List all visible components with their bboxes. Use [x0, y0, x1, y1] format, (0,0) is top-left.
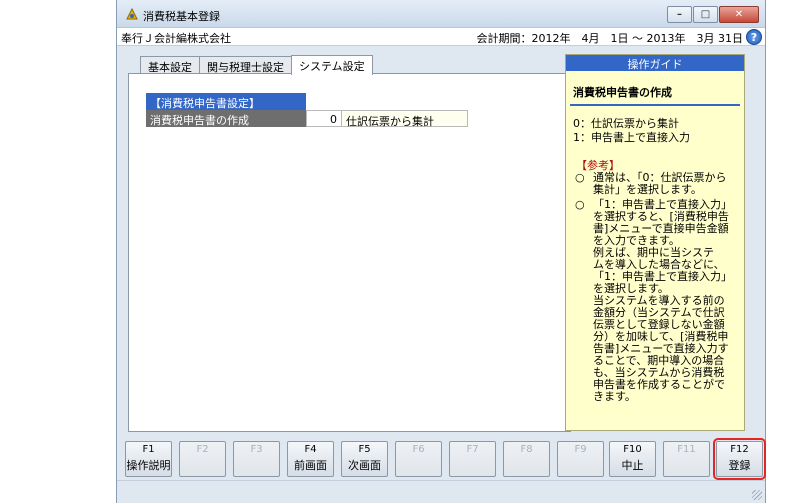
- fkey-code: F9: [574, 444, 587, 455]
- guide-option: 1：申告書上で直接入力: [573, 131, 690, 144]
- settings-panel: 基本設定 関与税理士設定 システム設定 【消費税申告書設定】 消費税申告書の作成…: [128, 55, 571, 432]
- window-controls: – □ ✕: [666, 6, 759, 23]
- fkey-label: 中止: [621, 459, 644, 472]
- fkey-code: F7: [466, 444, 479, 455]
- tab-bar: 基本設定 関与税理士設定 システム設定: [140, 55, 373, 75]
- fkey-code: F12: [730, 444, 749, 455]
- f2-button: F2: [179, 441, 226, 477]
- f9-button: F9: [557, 441, 604, 477]
- guide-header: 操作ガイド: [566, 55, 744, 71]
- function-key-bar: F1 操作説明 F2 F3 F4 前画面 F5 次画面 F6 F7 F8 F9: [125, 438, 766, 480]
- fkey-code: F11: [677, 444, 696, 455]
- setting-value-description: 仕訳伝票から集計: [342, 110, 468, 128]
- fkey-code: F8: [520, 444, 533, 455]
- maximize-button[interactable]: □: [693, 6, 718, 23]
- resize-grip-icon[interactable]: [752, 490, 762, 500]
- note-line: 集計」を選択します。: [593, 183, 702, 196]
- tab-system-settings[interactable]: システム設定: [291, 55, 373, 75]
- section-header: 【消費税申告書設定】: [146, 93, 306, 110]
- app-icon: [126, 7, 138, 20]
- fkey-label: 操作説明: [126, 459, 171, 472]
- guide-divider: [570, 104, 740, 106]
- f6-button: F6: [395, 441, 442, 477]
- fkey-label: 次画面: [348, 459, 381, 472]
- f10-cancel-button[interactable]: F10 中止: [609, 441, 656, 477]
- status-bar: [117, 480, 765, 503]
- setting-row: 消費税申告書の作成 0 仕訳伝票から集計: [146, 110, 468, 128]
- bullet-icon: ○: [575, 171, 585, 184]
- fkey-code: F10: [623, 444, 642, 455]
- guide-title: 消費税申告書の作成: [573, 86, 672, 99]
- title-bar: 消費税基本登録 – □ ✕: [117, 0, 765, 28]
- f4-previous-screen-button[interactable]: F4 前画面: [287, 441, 334, 477]
- setting-value-input[interactable]: 0: [306, 110, 342, 127]
- f1-help-button[interactable]: F1 操作説明: [125, 441, 172, 477]
- app-window: 消費税基本登録 – □ ✕ 奉行Ｊ会計編株式会社 会計期間：2012年 4月 1…: [116, 0, 766, 503]
- minimize-button[interactable]: –: [667, 6, 692, 23]
- fkey-code: F1: [142, 444, 155, 455]
- note-line: きます。: [593, 390, 636, 403]
- help-icon[interactable]: ?: [746, 29, 762, 45]
- close-button[interactable]: ✕: [719, 6, 759, 23]
- minimize-icon: –: [677, 9, 682, 20]
- fkey-label: 前画面: [294, 459, 327, 472]
- window-title: 消費税基本登録: [143, 10, 220, 23]
- f8-button: F8: [503, 441, 550, 477]
- accounting-period: 会計期間：2012年 4月 1日 ～ 2013年 3月 31日: [476, 32, 743, 45]
- fkey-label: 登録: [728, 459, 751, 472]
- fkey-code: F4: [304, 444, 317, 455]
- tab-content: 【消費税申告書設定】 消費税申告書の作成 0 仕訳伝票から集計: [128, 73, 571, 432]
- f3-button: F3: [233, 441, 280, 477]
- f12-register-button[interactable]: F12 登録: [713, 438, 766, 480]
- maximize-icon: □: [700, 9, 711, 20]
- operation-guide: 操作ガイド 消費税申告書の作成 0：仕訳伝票から集計 1：申告書上で直接入力 【…: [565, 54, 745, 431]
- fkey-code: F6: [412, 444, 425, 455]
- f5-next-screen-button[interactable]: F5 次画面: [341, 441, 388, 477]
- fkey-code: F5: [358, 444, 371, 455]
- f11-button: F11: [663, 441, 710, 477]
- fkey-code: F2: [196, 444, 209, 455]
- company-name: 奉行Ｊ会計編株式会社: [121, 32, 231, 45]
- setting-label: 消費税申告書の作成: [146, 110, 306, 127]
- info-bar: 奉行Ｊ会計編株式会社 会計期間：2012年 4月 1日 ～ 2013年 3月 3…: [117, 28, 765, 46]
- bullet-icon: ○: [575, 198, 585, 211]
- close-icon: ✕: [734, 9, 744, 20]
- f7-button: F7: [449, 441, 496, 477]
- fkey-code: F3: [250, 444, 263, 455]
